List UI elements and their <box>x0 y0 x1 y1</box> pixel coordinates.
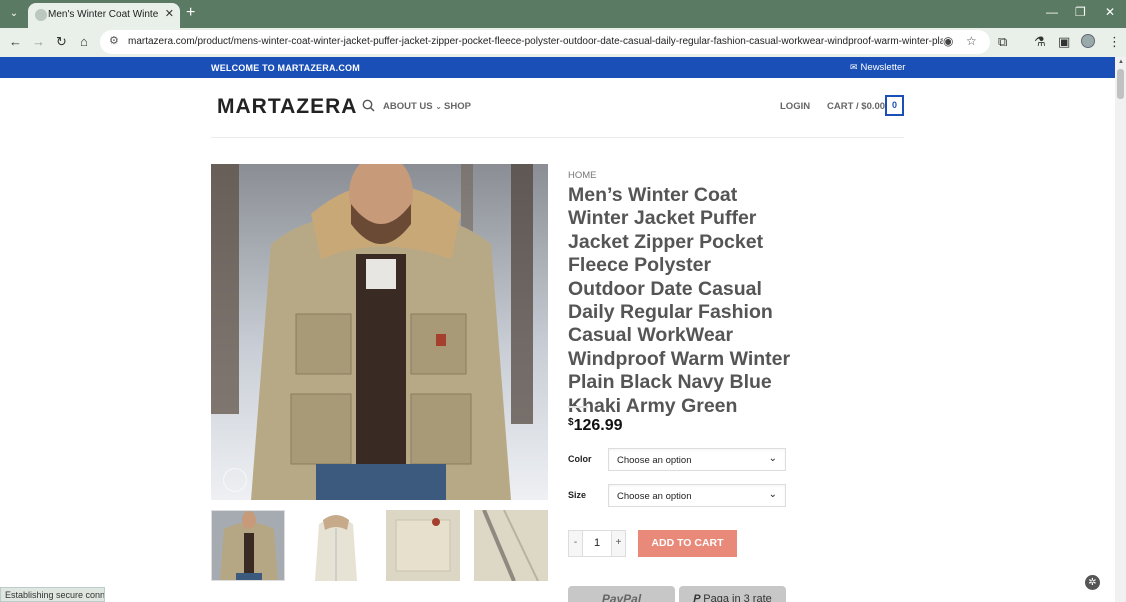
restore-icon[interactable]: ❐ <box>1075 5 1086 19</box>
breadcrumb[interactable]: HOME <box>568 170 597 181</box>
side-panel-icon[interactable]: ▣ <box>1058 34 1070 50</box>
product-thumbnail[interactable] <box>386 510 460 581</box>
profile-avatar[interactable] <box>1081 34 1095 48</box>
price-value: 126.99 <box>573 417 623 434</box>
paypal-button[interactable]: PayPal <box>568 586 675 602</box>
welcome-text: WELCOME TO MARTAZERA.COM <box>211 63 360 73</box>
page-title: Men’s Winter Coat Winter Jacket Puffer J… <box>568 184 791 417</box>
qty-input[interactable]: 1 <box>583 531 611 556</box>
product-price: $126.99 <box>568 417 623 435</box>
cart-link[interactable]: CART / $0.00 <box>827 101 885 112</box>
scroll-up-icon[interactable]: ▲ <box>1118 59 1124 65</box>
tab-title: Men's Winter Coat Winter Jacke <box>48 9 158 20</box>
new-tab-icon[interactable]: + <box>186 4 195 22</box>
address-bar[interactable]: ⚙ martazera.com/product/mens-winter-coat… <box>100 30 990 54</box>
top-bar: WELCOME TO MARTAZERA.COM ✉ Newsletter <box>0 57 1115 78</box>
scrollbar[interactable]: ▲ <box>1115 57 1126 602</box>
forward-icon[interactable]: → <box>32 34 45 49</box>
login-link[interactable]: LOGIN <box>780 101 810 112</box>
color-select[interactable]: Choose an option ⌄ <box>608 448 786 471</box>
newsletter-link[interactable]: ✉ Newsletter <box>850 62 905 73</box>
qty-plus-button[interactable]: + <box>611 531 625 556</box>
header-divider <box>211 137 904 138</box>
qty-minus-button[interactable]: - <box>569 531 583 556</box>
back-icon[interactable]: ← <box>9 34 22 49</box>
product-main-image[interactable] <box>211 164 548 500</box>
color-select-value[interactable]: Choose an option <box>617 455 691 466</box>
bookmark-star-icon[interactable]: ☆ <box>966 34 977 48</box>
site-header: MARTAZERA ABOUT US ⌄ SHOP LOGIN CART / $… <box>0 78 1115 138</box>
more-menu-icon[interactable]: ⋮ <box>1108 34 1121 50</box>
tab-strip: ⌄ Men's Winter Coat Winter Jacke ✕ + — ❐… <box>0 0 1126 28</box>
size-select[interactable]: Choose an option ⌄ <box>608 484 786 507</box>
scroll-thumb[interactable] <box>1117 69 1124 99</box>
product-thumbnail[interactable] <box>299 510 373 581</box>
zoom-icon[interactable] <box>223 468 247 492</box>
extensions-icon[interactable]: ⧉ <box>998 34 1007 50</box>
site-info-icon[interactable]: ⚙ <box>109 34 119 47</box>
product-thumbnail[interactable] <box>474 510 548 581</box>
size-label: Size <box>568 490 587 500</box>
browser-tab[interactable]: Men's Winter Coat Winter Jacke ✕ <box>28 3 180 28</box>
window-close-icon[interactable]: ✕ <box>1105 5 1115 19</box>
site-logo[interactable]: MARTAZERA <box>217 95 357 119</box>
envelope-icon: ✉ <box>850 62 858 72</box>
tab-close-icon[interactable]: ✕ <box>165 7 174 20</box>
newsletter-label[interactable]: Newsletter <box>861 62 906 73</box>
product-thumbnail[interactable] <box>211 510 285 581</box>
tab-search-icon[interactable]: ⌄ <box>6 6 22 22</box>
web-page: WELCOME TO MARTAZERA.COM ✉ Newsletter MAR… <box>0 57 1115 602</box>
browser-chrome: ⌄ Men's Winter Coat Winter Jacke ✕ + — ❐… <box>0 0 1126 57</box>
favicon-icon <box>35 9 47 21</box>
color-label: Color <box>568 454 592 464</box>
lab-icon[interactable]: ⚗ <box>1034 34 1046 50</box>
title-divider <box>568 406 588 408</box>
chevron-down-icon: ⌄ <box>768 453 777 464</box>
add-to-cart-button[interactable]: ADD TO CART <box>638 530 737 557</box>
minimize-icon[interactable]: — <box>1046 5 1058 19</box>
paga-in-3-button[interactable]: P Paga in 3 rate <box>679 586 786 602</box>
chevron-down-icon: ⌄ <box>768 489 777 500</box>
nav-shop[interactable]: SHOP <box>444 101 471 112</box>
nav-about-us[interactable]: ABOUT US ⌄ <box>383 101 442 112</box>
reload-icon[interactable]: ↻ <box>56 34 67 50</box>
paypal-p-icon: P <box>693 593 704 602</box>
hide-eye-icon[interactable]: ◉ <box>943 34 953 48</box>
accessibility-icon[interactable]: ✲ <box>1085 575 1100 590</box>
status-bar: Establishing secure conne... <box>0 587 105 602</box>
paga-label[interactable]: Paga in 3 rate <box>703 593 772 602</box>
size-select-value[interactable]: Choose an option <box>617 491 691 502</box>
quantity-stepper: - 1 + <box>568 530 626 557</box>
cart-count-badge[interactable]: 0 <box>885 95 904 116</box>
search-icon[interactable] <box>362 99 375 115</box>
chevron-down-icon: ⌄ <box>435 102 442 111</box>
url-text[interactable]: martazera.com/product/mens-winter-coat-w… <box>128 36 943 47</box>
home-icon[interactable]: ⌂ <box>80 34 88 49</box>
nav-about-label[interactable]: ABOUT US <box>383 101 433 112</box>
